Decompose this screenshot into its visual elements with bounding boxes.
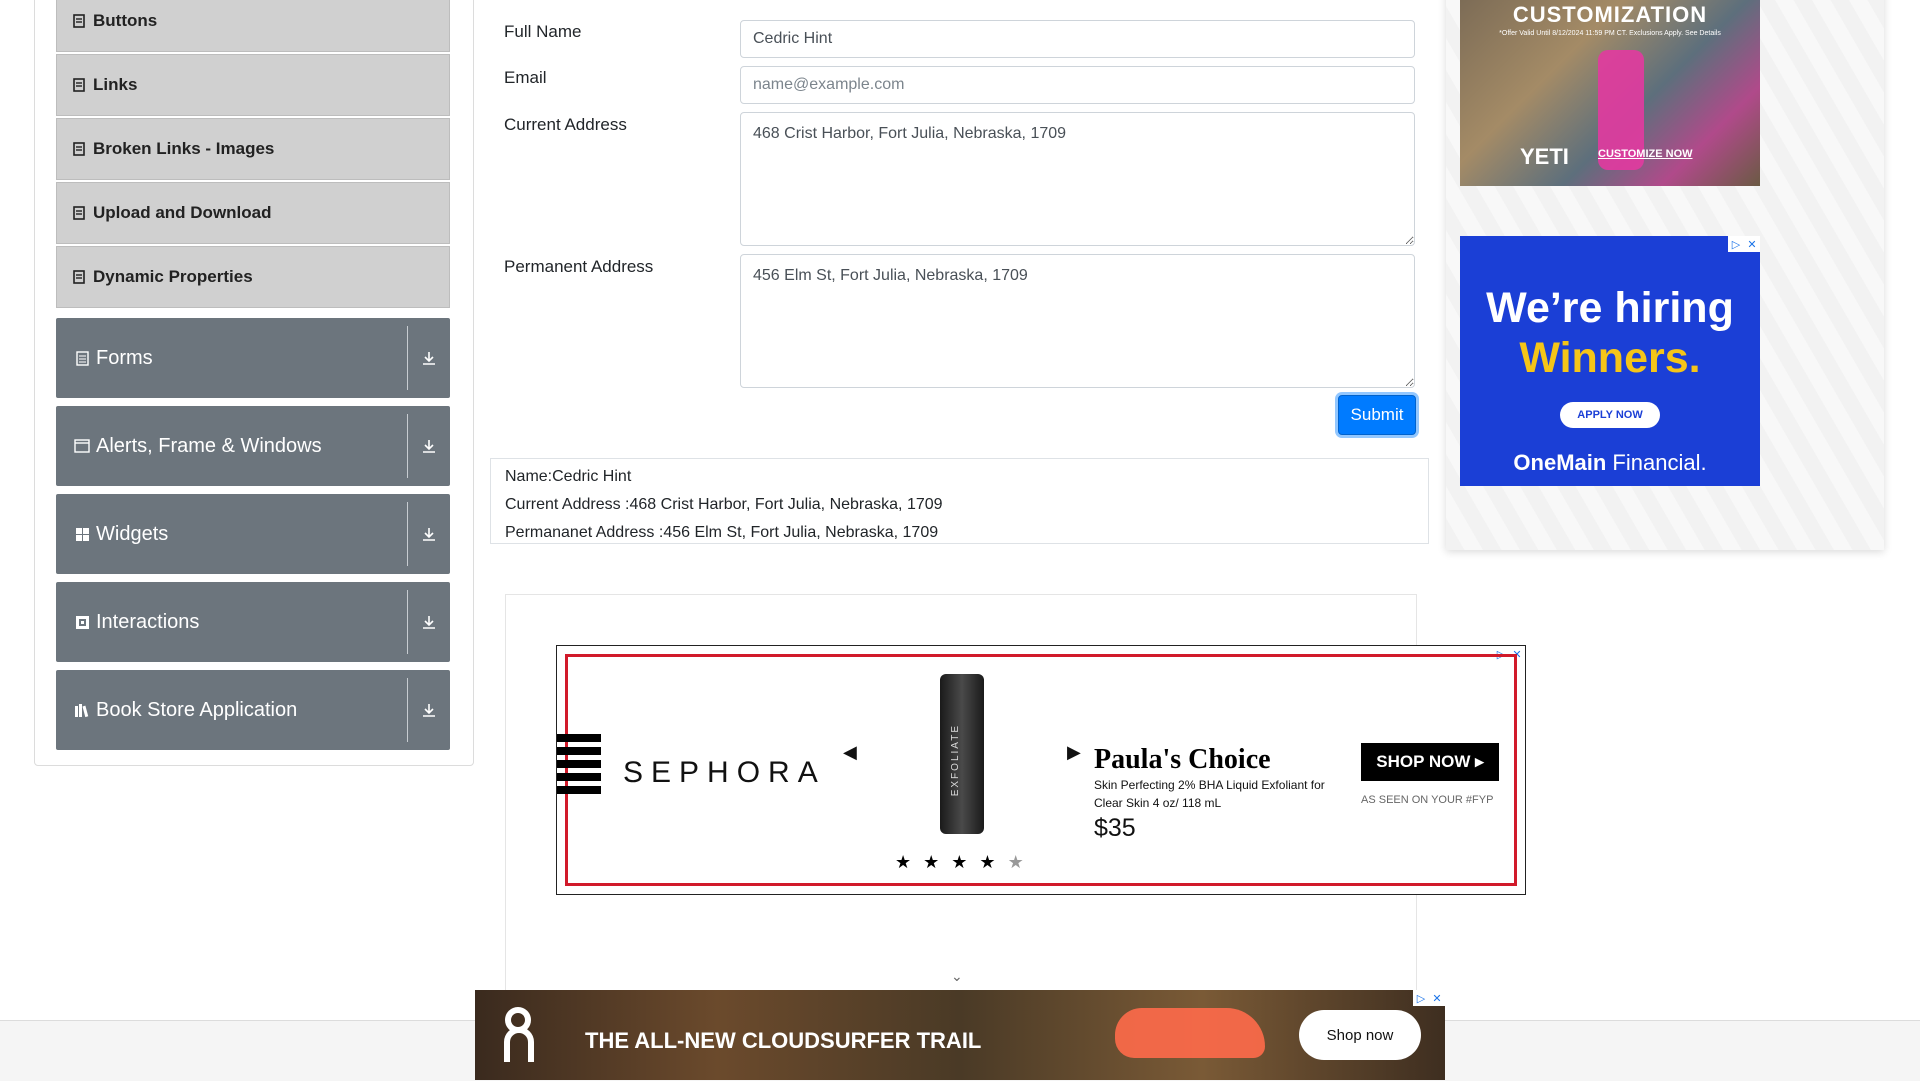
onemain-brand-bold: OneMain [1513, 450, 1607, 475]
sephora-stripes-logo [557, 734, 601, 799]
yeti-logo: YETI [1520, 144, 1569, 169]
onemain-brand-rest: Financial. [1606, 450, 1707, 475]
yeti-cta[interactable]: CUSTOMIZE NOW [1598, 148, 1693, 160]
product-brand: Paula's Choice [1094, 744, 1271, 775]
group-divider [407, 590, 408, 654]
shop-now-button[interactable]: SHOP NOW ▸ [1361, 743, 1499, 781]
group-book-store[interactable]: Book Store Application [56, 670, 450, 750]
current-address-label: Current Address [504, 115, 627, 134]
email-input[interactable] [740, 66, 1415, 104]
group-label: Alerts, Frame & Windows [96, 434, 322, 457]
menu-item-links[interactable]: Links [56, 54, 450, 116]
bookmark-icon [71, 142, 87, 156]
bottle-label: EXFOLIATE [950, 724, 961, 797]
menu-item-label: Dynamic Properties [93, 267, 253, 286]
menu-item-label: Broken Links - Images [93, 139, 275, 158]
group-divider [407, 678, 408, 742]
star-icon: ★ [895, 852, 924, 872]
menu-item-label: Buttons [93, 11, 158, 30]
group-forms[interactable]: Forms [56, 318, 450, 398]
product-price: $35 [1094, 814, 1136, 842]
current-address-textarea[interactable]: 468 Crist Harbor, Fort Julia, Nebraska, … [740, 112, 1415, 246]
output-panel: Name:Cedric Hint Current Address :468 Cr… [490, 458, 1429, 544]
onemain-headline: We’re hiring [1486, 284, 1734, 332]
yeti-ad[interactable]: CUSTOMIZATION *Offer Valid Until 8/12/20… [1460, 0, 1760, 186]
download-icon[interactable] [416, 494, 442, 574]
chevron-down-icon[interactable]: ⌄ [951, 968, 963, 985]
adchoices-icon[interactable]: ▷ [1413, 990, 1429, 1006]
group-label: Widgets [96, 522, 169, 545]
star-icon: ★ [951, 852, 980, 872]
close-icon[interactable]: ✕ [1744, 236, 1760, 252]
permanent-address-label: Permanent Address [504, 257, 654, 276]
output-name: Name:Cedric Hint [505, 468, 632, 485]
widgets-icon [74, 526, 90, 542]
group-label: Interactions [96, 610, 200, 633]
star-icon: ★ [923, 852, 952, 872]
bookmark-icon [71, 78, 87, 92]
yeti-fine-print: *Offer Valid Until 8/12/2024 11:59 PM CT… [1499, 30, 1721, 37]
menu-item-label: Upload and Download [93, 203, 272, 222]
full-name-input[interactable] [740, 20, 1415, 58]
onemain-subheadline: Winners. [1519, 334, 1701, 382]
star-icon: ★ [1007, 852, 1036, 872]
document-icon [74, 350, 90, 366]
on-running-ad[interactable]: ▷ ✕ THE ALL-NEW CLOUDSURFER TRAIL Shop n… [475, 990, 1445, 1080]
arrow-right-icon[interactable]: ▶ [1067, 742, 1081, 763]
output-permanent-address: Permananet Address :456 Elm St, Fort Jul… [505, 524, 939, 541]
menu-item-buttons[interactable]: Buttons [56, 0, 450, 52]
download-icon[interactable] [416, 582, 442, 662]
bookmark-icon [71, 270, 87, 284]
interactions-icon [74, 614, 90, 630]
on-logo [503, 1006, 537, 1072]
sephora-ad[interactable]: ▷ ✕ SEPHORA ◀ EXFOLIATE ▶ ★★★★★ Paula's … [556, 645, 1526, 895]
bookmark-icon [71, 14, 87, 28]
onemain-ad[interactable]: ▷ ✕ We’re hiring Winners. APPLY NOW OneM… [1460, 236, 1760, 486]
full-name-label: Full Name [504, 22, 582, 41]
window-icon [74, 438, 90, 454]
books-icon [74, 702, 90, 718]
rating-stars: ★★★★★ [895, 852, 1036, 873]
output-current-address: Current Address :468 Crist Harbor, Fort … [505, 496, 943, 513]
ad-choices[interactable]: ▷ ✕ [1728, 236, 1760, 252]
on-headline: THE ALL-NEW CLOUDSURFER TRAIL [585, 1028, 982, 1053]
arrow-left-icon[interactable]: ◀ [843, 742, 857, 763]
group-divider [407, 502, 408, 566]
shoe-image [1115, 1008, 1265, 1058]
download-icon[interactable] [416, 670, 442, 750]
download-icon[interactable] [416, 318, 442, 398]
category-groups: Forms Alerts, Frame & Windows Widgets In… [56, 318, 450, 758]
group-divider [407, 326, 408, 390]
adchoices-icon[interactable]: ▷ [1728, 236, 1744, 252]
close-icon[interactable]: ✕ [1429, 990, 1445, 1006]
onemain-brand: OneMain Financial. [1460, 450, 1760, 476]
product-bottle-image: EXFOLIATE [940, 674, 984, 834]
menu-item-label: Links [93, 75, 138, 94]
group-divider [407, 414, 408, 478]
ad-choices[interactable]: ▷ ✕ [1413, 990, 1445, 1006]
group-label: Book Store Application [96, 698, 298, 721]
download-icon[interactable] [416, 406, 442, 486]
submit-button[interactable]: Submit [1338, 395, 1416, 435]
as-seen-text: AS SEEN ON YOUR #FYP [1361, 794, 1494, 806]
group-label: Forms [96, 346, 153, 369]
group-interactions[interactable]: Interactions [56, 582, 450, 662]
shop-now-button[interactable]: Shop now [1299, 1010, 1421, 1060]
email-label: Email [504, 68, 547, 87]
elements-submenu: Buttons Links Broken Links - Images Uplo… [56, 0, 450, 310]
star-icon: ★ [979, 852, 1008, 872]
menu-item-dynamic-properties[interactable]: Dynamic Properties [56, 246, 450, 308]
group-alerts-frame-windows[interactable]: Alerts, Frame & Windows [56, 406, 450, 486]
menu-item-upload-download[interactable]: Upload and Download [56, 182, 450, 244]
menu-item-broken-links[interactable]: Broken Links - Images [56, 118, 450, 180]
product-description: Skin Perfecting 2% BHA Liquid Exfoliant … [1094, 778, 1325, 810]
sephora-logo: SEPHORA [623, 756, 826, 789]
bookmark-icon [71, 206, 87, 220]
yeti-headline: CUSTOMIZATION [1512, 2, 1708, 27]
permanent-address-textarea[interactable]: 456 Elm St, Fort Julia, Nebraska, 1709 [740, 254, 1415, 388]
apply-now-button[interactable]: APPLY NOW [1560, 402, 1660, 428]
group-widgets[interactable]: Widgets [56, 494, 450, 574]
